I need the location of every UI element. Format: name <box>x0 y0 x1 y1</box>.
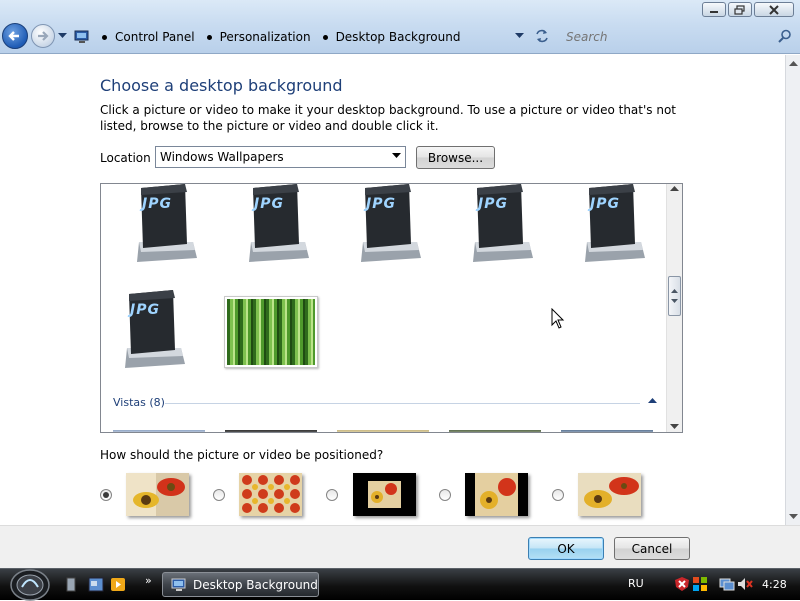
group-divider <box>165 403 640 404</box>
maximize-button[interactable] <box>728 2 752 17</box>
breadcrumb-personalization[interactable]: Personalization <box>206 30 311 44</box>
partial-thumbnail[interactable] <box>561 430 653 432</box>
position-radio-tile[interactable] <box>213 489 225 501</box>
recent-pages-dropdown-icon[interactable] <box>58 33 67 39</box>
start-button[interactable] <box>8 565 52 601</box>
wallpaper-item[interactable]: JPG <box>345 184 425 268</box>
ok-button[interactable]: OK <box>528 537 604 560</box>
page-scrollbar[interactable] <box>785 55 800 525</box>
dialog-footer: OK Cancel <box>0 525 800 568</box>
scroll-down-icon <box>789 513 798 519</box>
control-panel-icon <box>171 578 186 591</box>
close-icon <box>769 4 779 15</box>
wallpaper-item[interactable]: JPG <box>109 290 189 374</box>
minimize-icon <box>710 10 718 13</box>
location-select[interactable]: Windows Wallpapers <box>155 146 406 168</box>
search-icon[interactable] <box>778 29 792 43</box>
quicklaunch-chevron-icon[interactable]: » <box>145 574 152 587</box>
taskbar-button-desktop-background[interactable]: Desktop Background <box>162 572 319 597</box>
taskbar-button-label: Desktop Background <box>193 577 318 592</box>
wallpaper-gallery[interactable]: JPG JPG JPG JPG JPG JPG Vistas (8) <box>100 183 683 433</box>
grip-icon <box>671 289 678 303</box>
security-alert-icon[interactable] <box>674 576 690 592</box>
address-dropdown-icon[interactable] <box>515 33 524 39</box>
breadcrumb-separator <box>322 34 328 40</box>
position-label: How should the picture or video be posit… <box>100 448 384 462</box>
position-radio-center[interactable] <box>326 489 338 501</box>
collapse-chevron-icon[interactable] <box>648 398 657 404</box>
position-fill-preview[interactable] <box>126 473 189 516</box>
jpg-label: JPG <box>142 196 172 212</box>
title-bar: Control Panel Personalization Desktop Ba… <box>0 0 800 54</box>
partial-thumbnail[interactable] <box>225 430 317 432</box>
page-title: Choose a desktop background <box>100 76 343 95</box>
browse-button[interactable]: Browse... <box>416 146 495 169</box>
show-desktop-icon[interactable] <box>66 577 76 592</box>
breadcrumb-separator <box>206 34 212 40</box>
location-label: Location <box>100 151 151 165</box>
gallery-scroll-thumb[interactable] <box>668 276 681 316</box>
refresh-icon[interactable] <box>534 28 550 44</box>
page-scroll-up[interactable] <box>786 55 800 72</box>
breadcrumb-control-panel[interactable]: Control Panel <box>102 30 195 44</box>
forward-arrow-icon <box>38 31 49 41</box>
search-box[interactable] <box>560 26 798 47</box>
mouse-cursor-icon <box>551 308 565 329</box>
taskbar: » Desktop Background RU 4:28 <box>0 568 800 600</box>
position-stretch-preview[interactable] <box>578 473 641 516</box>
bamboo-wallpaper-thumbnail[interactable] <box>224 296 318 368</box>
position-radio-fit[interactable] <box>439 489 451 501</box>
search-input[interactable] <box>566 29 756 44</box>
gallery-scrollbar[interactable] <box>666 184 682 432</box>
windows-update-icon[interactable] <box>692 576 708 592</box>
partial-thumbnail[interactable] <box>449 430 541 432</box>
maximize-icon <box>734 4 745 15</box>
forward-button[interactable] <box>31 24 55 48</box>
position-radio-stretch[interactable] <box>552 489 564 501</box>
jpg-label: JPG <box>590 196 620 212</box>
position-fit-preview[interactable] <box>465 473 528 516</box>
clock[interactable]: 4:28 <box>762 578 787 591</box>
window-controls <box>702 2 794 17</box>
back-button[interactable] <box>2 23 28 49</box>
scroll-down-icon[interactable] <box>670 424 679 430</box>
cancel-button[interactable]: Cancel <box>614 537 690 560</box>
group-header-vistas[interactable]: Vistas (8) <box>113 396 165 409</box>
wallpaper-item[interactable]: JPG <box>233 184 313 268</box>
volume-muted-icon[interactable] <box>737 576 753 592</box>
control-panel-icon <box>74 30 89 43</box>
chevron-down-icon <box>392 153 401 158</box>
bamboo-image <box>227 299 315 365</box>
jpg-label: JPG <box>478 196 508 212</box>
back-arrow-icon <box>8 31 19 41</box>
close-button[interactable] <box>754 2 794 17</box>
jpg-label: JPG <box>254 196 284 212</box>
breadcrumb-separator <box>102 34 107 40</box>
position-tile-preview[interactable] <box>239 473 302 516</box>
media-player-icon[interactable] <box>110 577 126 592</box>
location-value: Windows Wallpapers <box>160 150 284 164</box>
page-description: Click a picture or video to make it your… <box>100 103 677 133</box>
partial-thumbnail[interactable] <box>113 430 205 432</box>
address-bar[interactable]: Control Panel Personalization Desktop Ba… <box>70 26 554 48</box>
wallpaper-item[interactable]: JPG <box>569 184 649 268</box>
position-center-preview[interactable] <box>353 473 416 516</box>
minimize-button[interactable] <box>702 2 726 17</box>
page-scroll-down[interactable] <box>786 508 800 525</box>
scroll-up-icon <box>789 60 798 66</box>
partial-thumbnail[interactable] <box>337 430 429 432</box>
wallpaper-item[interactable]: JPG <box>121 184 201 268</box>
network-icon[interactable] <box>719 576 735 592</box>
scroll-up-icon[interactable] <box>670 186 679 192</box>
position-radio-fill[interactable] <box>100 489 112 501</box>
main-content: Choose a desktop background Click a pict… <box>0 55 785 525</box>
jpg-label: JPG <box>366 196 396 212</box>
wallpaper-item[interactable]: JPG <box>457 184 537 268</box>
jpg-label: JPG <box>130 302 160 318</box>
breadcrumb-desktop-background[interactable]: Desktop Background <box>322 30 460 44</box>
switch-windows-icon[interactable] <box>88 577 104 592</box>
language-indicator[interactable]: RU <box>628 577 644 590</box>
